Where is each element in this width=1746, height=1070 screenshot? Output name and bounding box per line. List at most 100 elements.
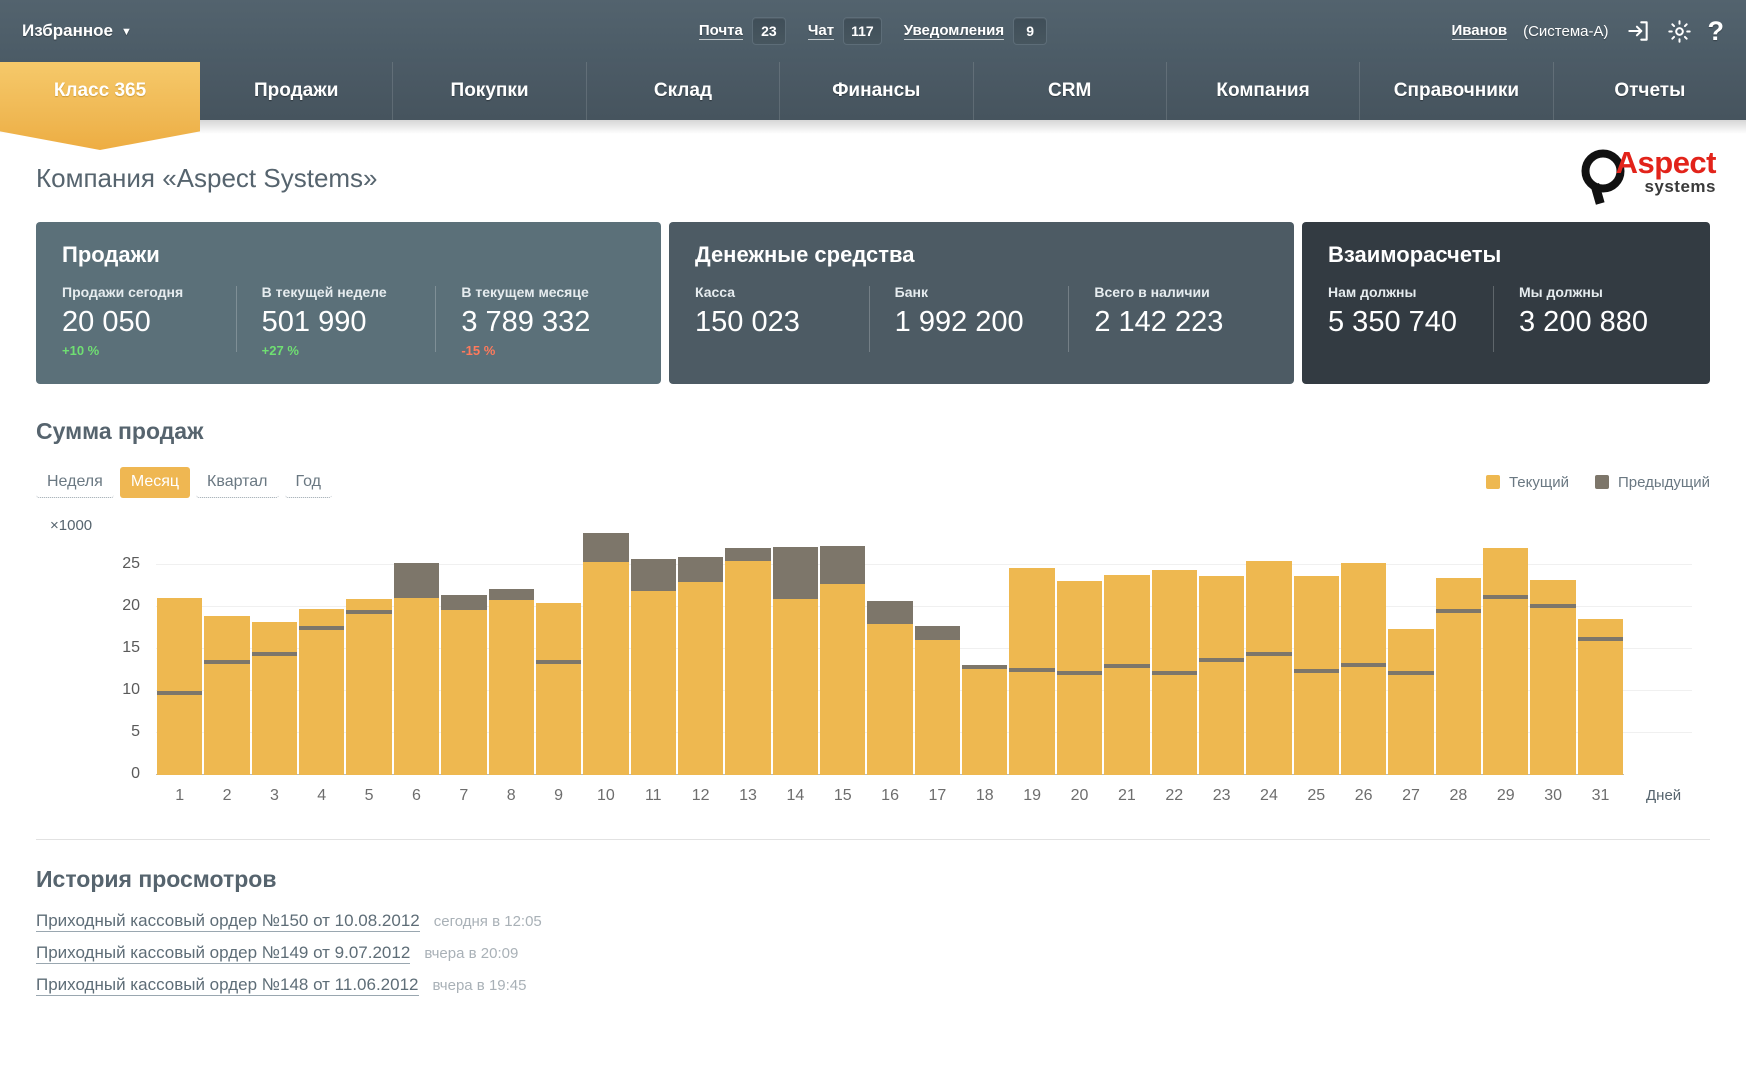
metric-delta: +27 % [261, 343, 299, 359]
legend-item-previous[interactable]: Предыдущий [1594, 474, 1710, 491]
nav-tab-finansy[interactable]: Финансы [780, 62, 974, 120]
x-axis-tick-label: 3 [269, 787, 279, 805]
bar-previous-segment [820, 545, 866, 584]
bar-column[interactable]: 17 [914, 543, 961, 804]
mail-item[interactable]: Почта 23 [698, 17, 786, 45]
history-document-link[interactable]: Приходный кассовый ордер №148 от 11.06.2… [36, 975, 419, 997]
x-axis-tick-label: 1 [175, 787, 185, 805]
bar-column[interactable]: 22 [1151, 543, 1198, 804]
previous-value-marker [1435, 608, 1482, 613]
bar-column[interactable]: 8 [488, 543, 535, 804]
y-axis-tick-label: 25 [122, 554, 140, 572]
metric-we-owe: Мы должны 3 200 880 [1493, 284, 1684, 358]
bar-column[interactable]: 13 [724, 543, 771, 804]
kpi-card-row: Продажи Продажи сегодня 20 050 +10 % В т… [0, 222, 1746, 385]
bar-current-segment [1056, 580, 1103, 776]
mail-label[interactable]: Почта [698, 22, 743, 40]
nav-tab-sklad[interactable]: Склад [587, 62, 781, 120]
bar-column[interactable]: 5 [345, 543, 392, 804]
legend-swatch-previous-icon [1594, 475, 1609, 490]
x-axis-tick-label: 5 [364, 787, 374, 805]
bar-column[interactable]: 16 [866, 543, 913, 804]
bar-column[interactable]: 23 [1198, 543, 1245, 804]
bar-column[interactable]: 26 [1340, 543, 1387, 804]
bar-current-segment [677, 582, 724, 776]
favorites-menu[interactable]: Избранное ▼ [22, 21, 132, 41]
x-axis-tick-label: 18 [975, 787, 994, 805]
bar-column[interactable]: 20 [1056, 543, 1103, 804]
metric-label: Нам должны [1328, 284, 1417, 300]
chart-title: Сумма продаж [36, 418, 204, 445]
legend-item-current[interactable]: Текущий [1485, 474, 1569, 491]
nav-tab-crm[interactable]: CRM [974, 62, 1167, 120]
gear-icon[interactable] [1667, 19, 1692, 44]
y-axis-unit-label: ×1000 [50, 517, 93, 535]
logout-icon[interactable] [1625, 18, 1651, 44]
bar-column[interactable]: 1 [156, 543, 203, 804]
bar-column[interactable]: 21 [1103, 543, 1150, 804]
nav-tab-prodazhi[interactable]: Продажи [200, 62, 394, 120]
x-axis-tick-label: 15 [833, 787, 852, 805]
chat-item[interactable]: Чат 117 [807, 17, 882, 45]
bar-column[interactable]: 6 [393, 543, 440, 804]
previous-value-marker [962, 665, 1008, 670]
bar-column[interactable]: 24 [1245, 543, 1292, 804]
card-cash: Денежные средства Касса 150 023 Банк 1 9… [669, 222, 1294, 385]
metric-cash-total: Всего в наличии 2 142 223 [1068, 284, 1268, 358]
bar-current-segment [1435, 578, 1482, 776]
history-title: История просмотров [36, 866, 277, 893]
metric-label: В текущей неделе [261, 284, 387, 300]
range-tab-week[interactable]: Неделя [36, 467, 114, 498]
bar-column[interactable]: 15 [819, 543, 866, 804]
x-axis-tick-label: 14 [786, 787, 805, 805]
nav-tab-spravochniki[interactable]: Справочники [1360, 62, 1554, 120]
x-axis-tick-label: 7 [459, 787, 469, 805]
bar-column[interactable]: 9 [535, 543, 582, 804]
history-document-link[interactable]: Приходный кассовый ордер №149 от 9.07.20… [36, 943, 411, 965]
range-tab-year[interactable]: Год [284, 467, 332, 498]
history-timestamp: вчера в 20:09 [424, 945, 519, 963]
x-axis-tick-label: 13 [739, 787, 757, 805]
user-name-link[interactable]: Иванов [1451, 22, 1508, 40]
notifications-item[interactable]: Уведомления 9 [903, 17, 1048, 45]
bar-column[interactable]: 11 [630, 543, 677, 804]
nav-tab-label: CRM [1048, 80, 1092, 101]
bar-column[interactable]: 25 [1293, 543, 1340, 804]
nav-tab-kompaniya[interactable]: Компания [1167, 62, 1361, 120]
user-cluster: Иванов (Система-А) ? [1451, 17, 1725, 45]
chat-label[interactable]: Чат [807, 22, 835, 40]
bar-column[interactable]: 30 [1529, 543, 1576, 804]
previous-value-marker [1151, 670, 1197, 675]
history-document-link[interactable]: Приходный кассовый ордер №150 от 10.08.2… [36, 911, 420, 933]
range-tab-quarter[interactable]: Квартал [196, 467, 279, 498]
nav-tab-klass365[interactable]: Класс 365 [0, 62, 200, 120]
bar-column[interactable]: 18 [961, 543, 1008, 804]
previous-value-marker [299, 625, 345, 630]
nav-tab-otchety[interactable]: Отчеты [1554, 62, 1746, 120]
bar-column[interactable]: 12 [677, 543, 724, 804]
bar-column[interactable]: 10 [582, 533, 629, 804]
metric-value: 1 992 200 [894, 306, 1024, 338]
bar-column[interactable]: 4 [298, 543, 345, 804]
nav-tab-label: Отчеты [1614, 80, 1686, 101]
bar-current-segment [157, 598, 203, 776]
nav-tab-pokupki[interactable]: Покупки [393, 62, 587, 120]
bar-column[interactable]: 19 [1008, 543, 1055, 804]
notifications-label[interactable]: Уведомления [903, 22, 1005, 40]
bar-column[interactable]: 14 [772, 543, 819, 804]
bar-column[interactable]: 29 [1482, 543, 1529, 804]
help-icon[interactable]: ? [1708, 17, 1725, 45]
bar-column[interactable]: 28 [1435, 543, 1482, 804]
x-axis-tick-label: 10 [597, 787, 615, 805]
card-cash-title: Денежные средства [695, 242, 915, 267]
bar-column[interactable]: 2 [203, 543, 250, 804]
x-axis-tick-label: 6 [412, 787, 421, 805]
metric-cash-bank: Банк 1 992 200 [868, 284, 1069, 358]
bar-column[interactable]: 3 [251, 543, 298, 804]
bar-column[interactable]: 31 [1577, 543, 1624, 804]
bar-group: 1 2 3 4 5 6 7 8 9 10 11 12 13 14 15 16 17 18 19 20 21 22 23 24 2… [156, 533, 1624, 804]
bar-column[interactable]: 7 [440, 543, 487, 804]
bar-column[interactable]: 27 [1387, 543, 1434, 804]
range-tab-month[interactable]: Месяц [119, 467, 191, 498]
metric-sales-month: В текущем месяце 3 789 332 -15 % [435, 284, 635, 358]
